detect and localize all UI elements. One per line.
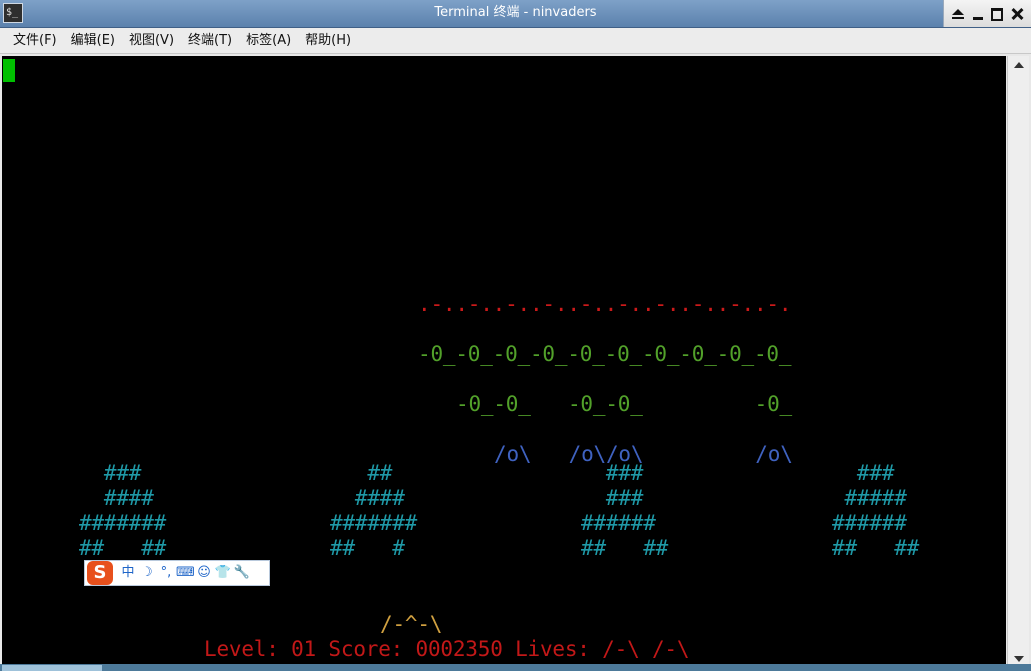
maximize-icon[interactable] [989, 6, 1005, 22]
bunker-1-row-1: ### [79, 461, 142, 485]
taskbar-strip [0, 664, 1031, 671]
player-ship: /-^-\ [380, 612, 443, 636]
bunker-2-row-3: ####### [330, 511, 418, 535]
shirt-icon[interactable]: 👕 [214, 563, 232, 583]
title-bar[interactable]: $_ Terminal 终端 - ninvaders [0, 0, 1031, 28]
status-line: Level: 01 Score: 0002350 Lives: /-\ /-\ [204, 637, 690, 661]
minimize-icon[interactable] [970, 6, 986, 22]
ime-toolbar[interactable]: S 中 ☽ °, ⌨ ☺ 👕 🔧 [84, 560, 270, 586]
bunker-4-row-1: ### [832, 461, 895, 485]
alien-row-3: -0_-0_ -0_-0_ -0_ [456, 392, 792, 416]
bunker-1-row-4: ## ## [79, 536, 167, 560]
bunker-3-row-4: ## ## [581, 536, 669, 560]
window-controls [943, 0, 1031, 27]
alien-row-1: .-..-..-..-..-..-..-..-..-..-. [418, 292, 792, 316]
menu-bar: 文件(F) 编辑(E) 视图(V) 终端(T) 标签(A) 帮助(H) [0, 28, 1031, 54]
bunker-4-row-3: ###### [832, 511, 907, 535]
menu-tabs[interactable]: 标签(A) [239, 29, 298, 53]
bunker-2-row-1: ## [330, 461, 393, 485]
terminal-cursor [3, 59, 15, 82]
keyboard-icon[interactable]: ⌨ [176, 563, 195, 583]
bunker-2-row-2: #### [330, 486, 405, 510]
moon-icon[interactable]: ☽ [138, 563, 156, 583]
menu-help[interactable]: 帮助(H) [298, 29, 358, 53]
menu-terminal[interactable]: 终端(T) [181, 29, 239, 53]
bunker-3-row-3: ###### [581, 511, 656, 535]
punctuation-icon[interactable]: °, [157, 563, 175, 583]
user-icon[interactable]: ☺ [195, 563, 213, 583]
close-icon[interactable] [1009, 6, 1025, 22]
bunker-3-row-2: ### [581, 486, 644, 510]
wrench-icon[interactable]: 🔧 [233, 563, 251, 583]
scroll-up-icon[interactable] [1011, 58, 1027, 74]
shade-icon[interactable] [950, 6, 966, 22]
window-title: Terminal 终端 - ninvaders [434, 5, 597, 20]
bunker-4-row-2: ##### [832, 486, 907, 510]
bunker-1-row-3: ####### [79, 511, 167, 535]
terminal-scrollbar[interactable] [1007, 56, 1029, 671]
bunker-4-row-4: ## ## [832, 536, 920, 560]
taskbar-button[interactable] [2, 665, 102, 671]
alien-row-4: /o\ /o\/o\ /o\ [494, 442, 793, 466]
menu-edit[interactable]: 编辑(E) [64, 29, 122, 53]
terminal-window: $_ Terminal 终端 - ninvaders 文件(F) 编辑(E) 视… [0, 0, 1031, 671]
bunker-3-row-1: ### [581, 461, 644, 485]
menu-file[interactable]: 文件(F) [6, 29, 64, 53]
bunker-2-row-4: ## # [330, 536, 405, 560]
ime-mode-button[interactable]: 中 [119, 563, 137, 583]
alien-row-2: -0_-0_-0_-0_-0_-0_-0_-0_-0_-0_ [418, 342, 792, 366]
sogou-logo-icon[interactable]: S [87, 561, 113, 585]
menu-view[interactable]: 视图(V) [122, 29, 181, 53]
bunker-1-row-2: #### [79, 486, 154, 510]
